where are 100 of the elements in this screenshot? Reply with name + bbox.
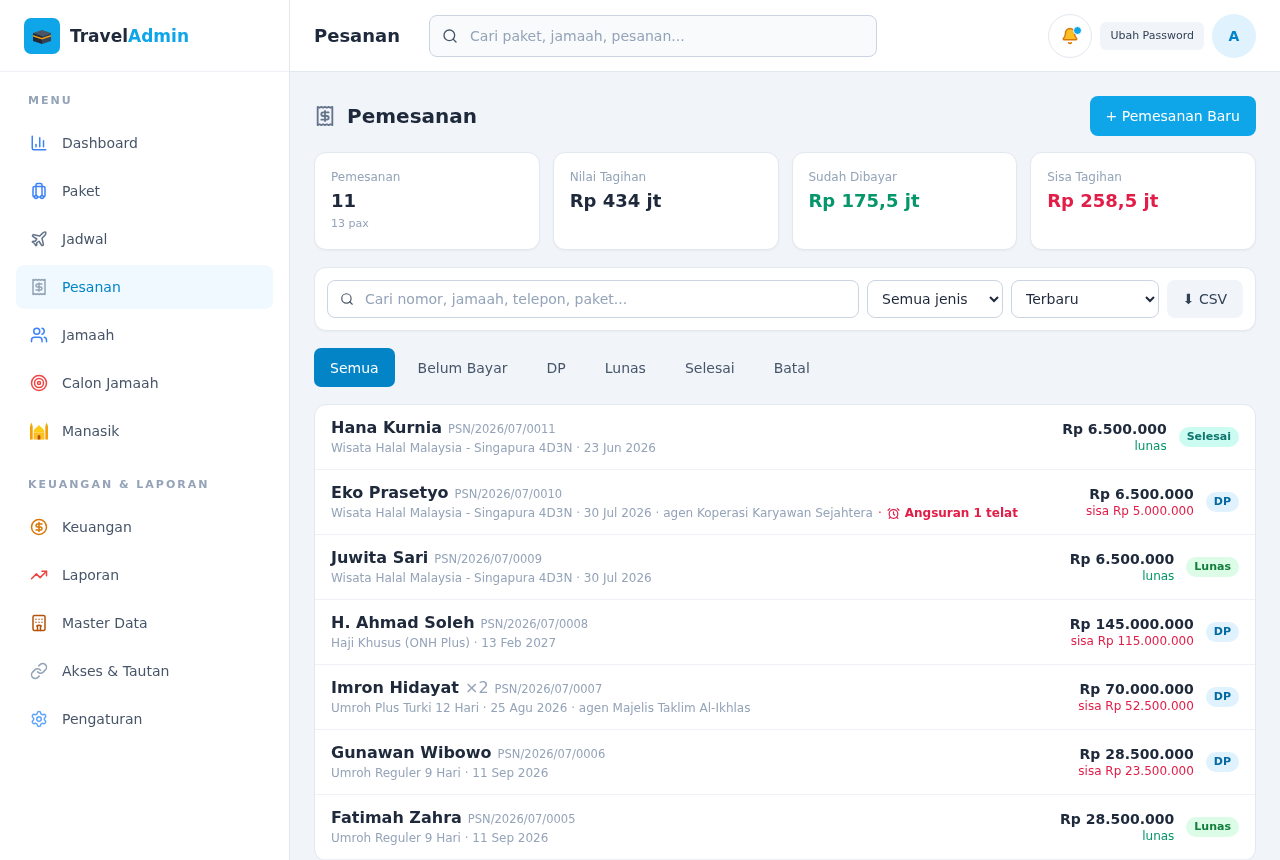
customer-name: H. Ahmad Soleh (331, 613, 475, 633)
sidebar-item[interactable]: Laporan (16, 553, 273, 597)
order-details: Wisata Halal Malaysia - Singapura 4D3N · 30 Jul 2026 (331, 570, 652, 586)
stat-value: 11 (331, 189, 357, 213)
sidebar-item[interactable]: Master Data (16, 601, 273, 645)
order-row[interactable]: H. Ahmad Soleh PSN/2026/07/0008 Haji Khusus (ONH Plus) · 13 Feb 2027 Rp 145.000.000 sisa Rp 115.000.000 DP (315, 600, 1255, 665)
order-number: PSN/2026/07/0009 (434, 552, 542, 566)
suitcase-icon (30, 182, 48, 200)
sidebar-item[interactable]: Pengaturan (16, 697, 273, 741)
payment-balance: sisa Rp 23.500.000 (1078, 763, 1194, 779)
order-number: PSN/2026/07/0005 (467, 812, 576, 826)
sidebar-item[interactable]: Dashboard (16, 121, 273, 165)
page-title: Pemesanan (347, 104, 477, 128)
sidebar-item[interactable]: Pesanan (16, 265, 273, 309)
order-row[interactable]: Imron Hidayat ×2 PSN/2026/07/0007 Umroh Plus Turki 12 Hari · 25 Agu 2026 · agen Majelis Taklim Al-Ikhlas Rp 70.000.000 sisa Rp 52.500.000 DP (315, 665, 1255, 730)
order-details: Haji Khusus (ONH Plus) · 13 Feb 2027 (331, 635, 557, 651)
order-number: PSN/2026/07/0010 (454, 487, 563, 501)
payment-balance: lunas (1134, 438, 1167, 454)
stat-value: Rp 434 jt (569, 189, 662, 213)
order-amount: Rp 6.500.000 (1062, 420, 1167, 438)
order-details: Umroh Plus Turki 12 Hari · 25 Agu 2026 · agen Majelis Taklim Al-Ikhlas (331, 700, 751, 716)
stat-value: Rp 258,5 jt (1047, 189, 1159, 213)
order-amount: Rp 28.500.000 (1060, 810, 1175, 828)
order-row[interactable]: Gunawan Wibowo PSN/2026/07/0006 Umroh Reguler 9 Hari · 11 Sep 2026 Rp 28.500.000 sisa Rp 23.500.000 DP (315, 730, 1255, 795)
payment-balance: sisa Rp 5.000.000 (1085, 503, 1194, 519)
user-avatar[interactable]: A (1212, 13, 1256, 58)
stat-label: Pemesanan (331, 169, 401, 185)
order-number: PSN/2026/07/0011 (448, 422, 556, 436)
sort-select[interactable]: Terbaru (1011, 280, 1159, 318)
order-details: Umroh Reguler 9 Hari · 11 Sep 2026 (331, 765, 549, 781)
order-row[interactable]: Juwita Sari PSN/2026/07/0009 Wisata Halal Malaysia - Singapura 4D3N · 30 Jul 2026 Rp 6.500.000 lunas Lunas (315, 535, 1255, 600)
search-field[interactable]: Cari paket, jamaah, pesanan... (429, 14, 878, 57)
order-amount: Rp 145.000.000 (1069, 615, 1194, 633)
brand-name-accent: Admin (128, 25, 189, 46)
order-details: Wisata Halal Malaysia - Singapura 4D3N · 23 Jun 2026 (331, 440, 656, 456)
status-badge: Lunas (1186, 817, 1239, 837)
stat-value: Rp 175,5 jt (808, 189, 920, 213)
stat-note: 13 pax (331, 217, 369, 231)
status-tab[interactable]: DP (530, 348, 582, 387)
hotel-icon (30, 614, 48, 632)
status-badge: DP (1205, 622, 1239, 642)
status-tab[interactable]: Batal (757, 348, 826, 387)
order-amount: Rp 70.000.000 (1079, 680, 1194, 698)
cube-logo-icon (24, 17, 60, 54)
stat-label: Nilai Tagihan (569, 169, 647, 185)
search-icon (340, 292, 354, 306)
customer-name: Gunawan Wibowo (331, 743, 492, 763)
people-icon (30, 326, 48, 344)
mosque-icon (30, 422, 48, 440)
airplane-icon (30, 230, 48, 248)
order-row[interactable]: Eko Prasetyo PSN/2026/07/0010 Wisata Halal Malaysia - Singapura 4D3N · 30 Jul 2026 · agen Koperasi Karyawan Sejahtera · Angsuran 1 telat Rp 6.500.000 sisa Rp 5.000.000 DP (315, 470, 1255, 535)
sidebar-item[interactable]: Calon Jamaah (16, 361, 273, 405)
status-tab[interactable]: Lunas (588, 348, 662, 387)
alert-separator: · (877, 505, 882, 521)
bar-chart-icon (30, 134, 48, 152)
page-heading: Pesanan (314, 25, 401, 46)
status-badge: DP (1205, 492, 1239, 512)
status-tab[interactable]: Selesai (668, 348, 751, 387)
settings-icon (30, 710, 48, 728)
sidebar-item[interactable]: Paket (16, 169, 273, 213)
customer-name: Eko Prasetyo (331, 483, 449, 503)
sidebar-item[interactable]: Manasik (16, 409, 273, 453)
link-icon (30, 662, 48, 680)
type-select[interactable]: Semua jenis (867, 280, 1003, 318)
customer-name: Fatimah Zahra (331, 808, 462, 828)
receipt-icon (30, 278, 48, 296)
order-search-field[interactable]: Cari nomor, jamaah, telepon, paket... (327, 280, 859, 318)
status-badge: Lunas (1186, 557, 1239, 577)
customer-name: Imron Hidayat (331, 678, 459, 698)
status-tab[interactable]: Semua (314, 348, 395, 387)
overdue-label: Angsuran 1 telat (904, 505, 1018, 521)
order-amount: Rp 6.500.000 (1069, 550, 1175, 568)
order-amount: Rp 6.500.000 (1089, 485, 1194, 503)
order-row[interactable]: Fatimah Zahra PSN/2026/07/0005 Umroh Reguler 9 Hari · 11 Sep 2026 Rp 28.500.000 lunas Lunas (315, 795, 1255, 860)
order-row[interactable]: Hana Kurnia PSN/2026/07/0011 Wisata Halal Malaysia - Singapura 4D3N · 23 Jun 2026 Rp 6.500.000 lunas Selesai (315, 405, 1255, 470)
csv-export-button[interactable]: ⬇ CSV (1167, 280, 1243, 318)
sidebar-item[interactable]: Jamaah (16, 313, 273, 357)
target-icon (30, 374, 48, 392)
alarm-clock-icon (886, 506, 900, 520)
bell-icon (1061, 26, 1080, 45)
order-number: PSN/2026/07/0006 (497, 747, 606, 761)
order-details: Umroh Reguler 9 Hari · 11 Sep 2026 (331, 830, 549, 846)
sidebar-item[interactable]: Akses & Tautan (16, 649, 273, 693)
sidebar-item[interactable]: Jadwal (16, 217, 273, 261)
order-amount: Rp 28.500.000 (1079, 745, 1194, 763)
order-number: PSN/2026/07/0008 (480, 617, 589, 631)
status-tab[interactable]: Belum Bayar (401, 348, 524, 387)
status-badge: DP (1205, 687, 1239, 707)
status-badge: Selesai (1178, 427, 1239, 447)
nav-section-title: KEUANGAN & LAPORAN (27, 478, 211, 491)
payment-balance: lunas (1142, 828, 1175, 844)
payment-balance: sisa Rp 52.500.000 (1078, 698, 1194, 714)
payment-balance: lunas (1142, 568, 1175, 584)
receipt-icon (314, 105, 336, 127)
search-icon (442, 27, 459, 44)
nav-section-title: MENU (27, 94, 74, 107)
sidebar-item[interactable]: Keuangan (16, 505, 273, 549)
brand-name: Travel (70, 25, 129, 46)
change-password-button[interactable]: Ubah Password (1100, 21, 1204, 50)
customer-name: Hana Kurnia (331, 418, 442, 438)
